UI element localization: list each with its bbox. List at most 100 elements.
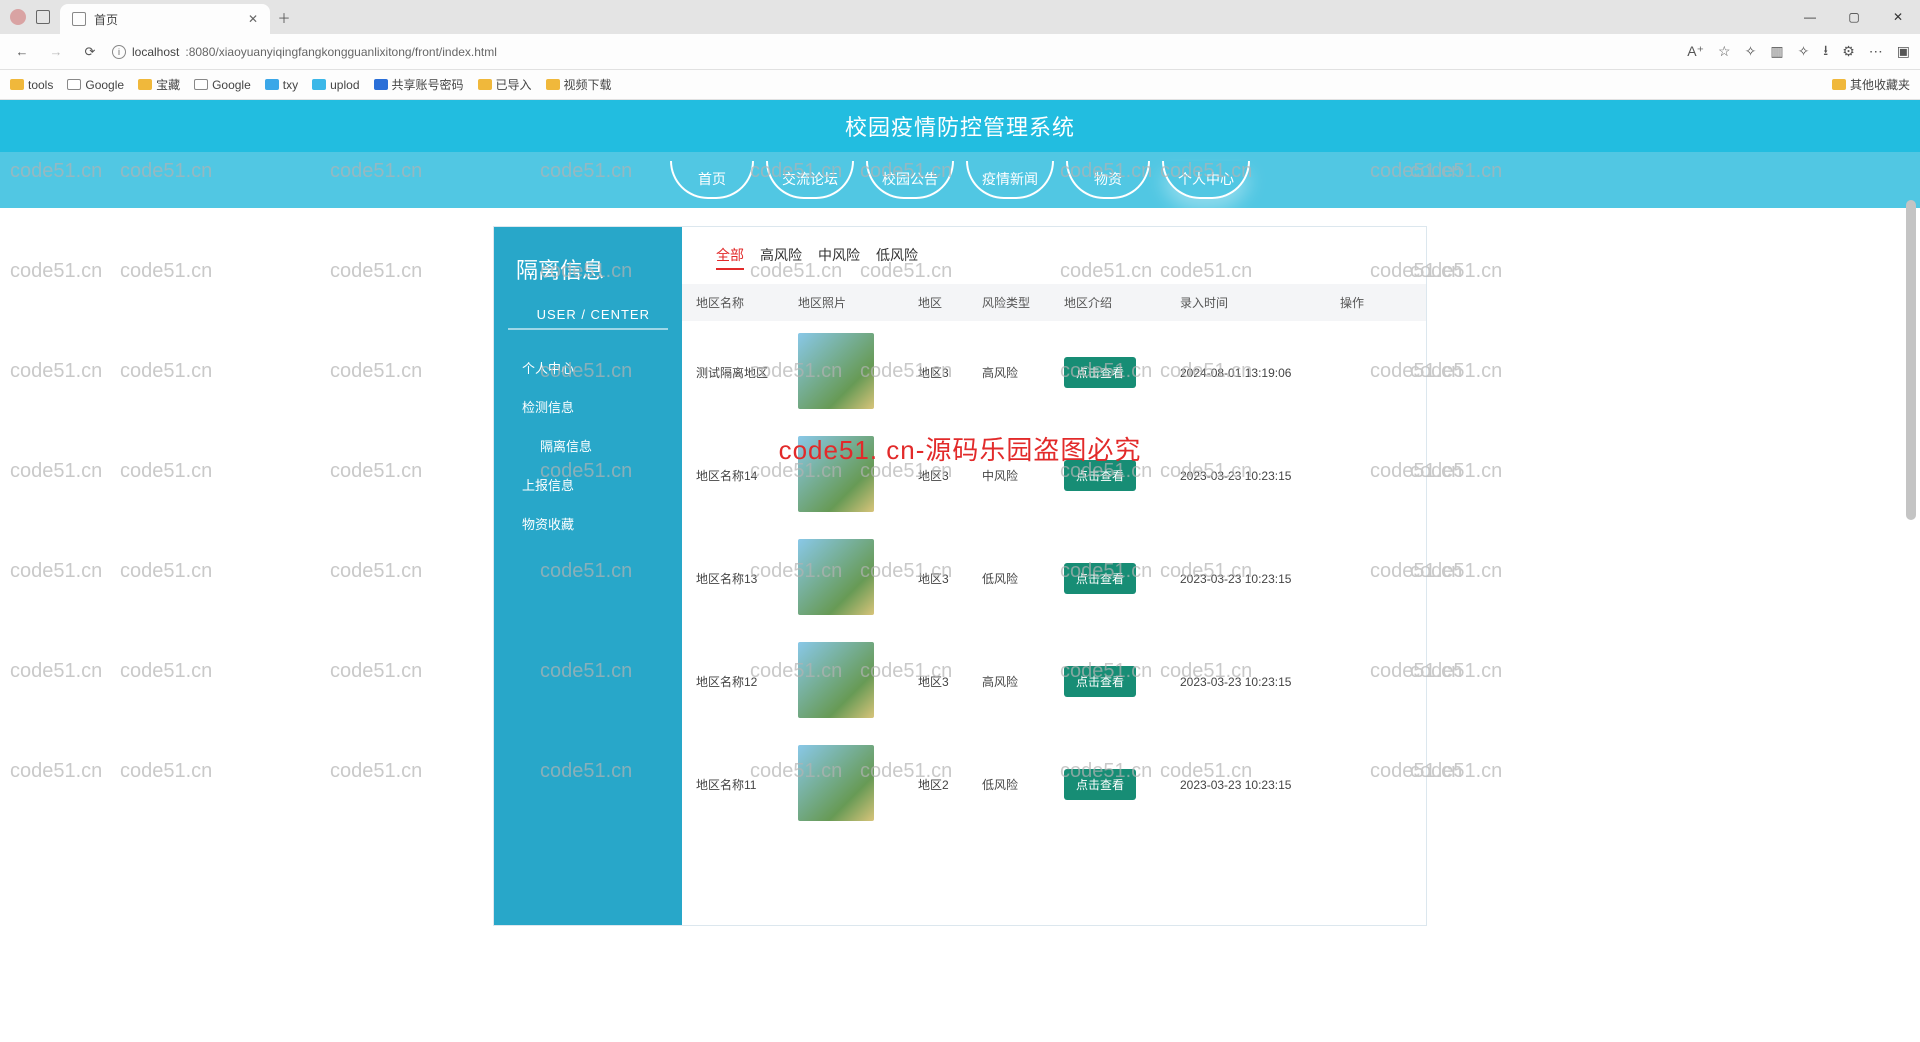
window-controls: ― ▢ ✕ (1788, 0, 1920, 34)
sidebar-subtitle: USER / CENTER (508, 289, 668, 330)
table-row: 地区名称13地区3低风险点击查看2023-03-23 10:23:15 (682, 527, 1426, 630)
view-button[interactable]: 点击查看 (1064, 666, 1136, 697)
primary-nav: 首页交流论坛校园公告疫情新闻物资个人中心 (0, 152, 1920, 208)
bookmark-item[interactable]: 共享账号密码 (374, 76, 464, 93)
close-icon[interactable]: ✕ (248, 12, 258, 26)
nav-item[interactable]: 物资 (1066, 161, 1150, 199)
favorite-icon[interactable]: ☆ (1718, 43, 1731, 60)
tabs-overview-icon[interactable] (36, 10, 50, 24)
cell-name: 测试隔离地区 (682, 364, 792, 381)
other-bookmarks-label: 其他收藏夹 (1850, 76, 1910, 93)
sidebar-item[interactable]: 检测信息 (494, 387, 682, 426)
cell-risk: 低风险 (976, 776, 1058, 793)
filter-tab[interactable]: 低风险 (876, 245, 918, 270)
bookmark-item[interactable]: 已导入 (478, 76, 532, 93)
cell-intro: 点击查看 (1058, 563, 1174, 594)
extensions-icon[interactable]: ✧ (1745, 43, 1757, 60)
collections-icon[interactable]: ✧ (1798, 43, 1810, 60)
nav-item[interactable]: 疫情新闻 (966, 161, 1054, 199)
folder-icon (1832, 79, 1846, 90)
bookmark-label: 宝藏 (156, 76, 180, 93)
split-screen-icon[interactable]: ▥ (1770, 43, 1783, 60)
refresh-button[interactable]: ⟳ (78, 40, 102, 64)
cell-time: 2023-03-23 10:23:15 (1174, 572, 1334, 586)
view-button[interactable]: 点击查看 (1064, 460, 1136, 491)
read-aloud-icon[interactable]: A⁺ (1687, 43, 1704, 60)
bookmark-item[interactable]: tools (10, 76, 53, 93)
cell-photo (792, 539, 912, 618)
col-header-name: 地区名称 (682, 294, 792, 311)
main-panel: 全部高风险中风险低风险 地区名称 地区照片 地区 风险类型 地区介绍 录入时间 … (682, 227, 1426, 925)
view-button[interactable]: 点击查看 (1064, 357, 1136, 388)
bookmark-label: 视频下载 (564, 76, 612, 93)
sidebar-toggle-icon[interactable]: ▣ (1897, 43, 1910, 60)
cell-intro: 点击查看 (1058, 769, 1174, 800)
bookmark-item[interactable]: uplod (312, 76, 359, 93)
filter-tab[interactable]: 中风险 (818, 245, 860, 270)
table-header: 地区名称 地区照片 地区 风险类型 地区介绍 录入时间 操作 (682, 284, 1426, 321)
more-icon[interactable]: ⋯ (1869, 43, 1883, 60)
bookmarks-bar: tools Google 宝藏 Google txy uplod 共享账号密码 已导入 视频下载… (0, 70, 1920, 100)
nav-item[interactable]: 个人中心 (1162, 161, 1250, 199)
bookmark-label: tools (28, 78, 53, 92)
sidebar-item[interactable]: 物资收藏 (494, 504, 682, 543)
window-close-button[interactable]: ✕ (1876, 0, 1920, 34)
sidebar-item[interactable]: 隔离信息 (494, 426, 682, 465)
scrollbar-thumb[interactable] (1906, 200, 1916, 520)
back-button[interactable]: ← (10, 40, 34, 64)
bookmark-item[interactable]: Google (194, 76, 251, 93)
cell-time: 2023-03-23 10:23:15 (1174, 778, 1334, 792)
performance-icon[interactable]: ⚙ (1842, 43, 1855, 60)
window-maximize-button[interactable]: ▢ (1832, 0, 1876, 34)
forward-button[interactable]: → (44, 40, 68, 64)
toolbar-right-icons: A⁺ ☆ ✧ ▥ ✧ ⭳ ⚙ ⋯ ▣ (1687, 40, 1910, 64)
col-header-photo: 地区照片 (792, 294, 912, 311)
cell-photo (792, 745, 912, 824)
bookmark-label: 共享账号密码 (392, 76, 464, 93)
page-icon (72, 12, 86, 26)
sidebar-item[interactable]: 上报信息 (494, 465, 682, 504)
cell-region: 地区3 (912, 673, 976, 690)
cell-region: 地区2 (912, 776, 976, 793)
content-area: 隔离信息 USER / CENTER 个人中心检测信息隔离信息上报信息物资收藏 … (0, 208, 1920, 944)
nav-item[interactable]: 首页 (670, 161, 754, 199)
filter-tab[interactable]: 全部 (716, 245, 744, 270)
view-button[interactable]: 点击查看 (1064, 769, 1136, 800)
bookmark-label: uplod (330, 78, 359, 92)
cell-name: 地区名称14 (682, 467, 792, 484)
bookmark-item[interactable]: 视频下载 (546, 76, 612, 93)
site-info-icon[interactable]: i (112, 45, 126, 59)
other-bookmarks-folder[interactable]: 其他收藏夹 (1832, 76, 1910, 93)
thumbnail-image (798, 539, 874, 615)
new-tab-button[interactable]: ＋ (270, 0, 298, 34)
downloads-icon[interactable]: ⭳ (1823, 40, 1828, 64)
profile-icon[interactable] (10, 9, 26, 25)
view-button[interactable]: 点击查看 (1064, 563, 1136, 594)
col-header-intro: 地区介绍 (1058, 294, 1174, 311)
folder-icon (478, 79, 492, 90)
bookmark-item[interactable]: Google (67, 76, 124, 93)
cell-intro: 点击查看 (1058, 460, 1174, 491)
window-minimize-button[interactable]: ― (1788, 0, 1832, 34)
cell-name: 地区名称12 (682, 673, 792, 690)
cell-risk: 高风险 (976, 364, 1058, 381)
folder-icon (265, 79, 279, 90)
thumbnail-image (798, 642, 874, 718)
bookmark-label: 已导入 (496, 76, 532, 93)
browser-tab-active[interactable]: 首页 ✕ (60, 4, 270, 34)
nav-item[interactable]: 校园公告 (866, 161, 954, 199)
folder-icon (138, 79, 152, 90)
thumbnail-image (798, 745, 874, 821)
vertical-scrollbar[interactable] (1904, 200, 1918, 900)
cell-time: 2023-03-23 10:23:15 (1174, 675, 1334, 689)
sidebar-item[interactable]: 个人中心 (494, 348, 682, 387)
url-input[interactable]: i localhost:8080/xiaoyuanyiqingfangkongg… (112, 45, 1677, 59)
sidebar: 隔离信息 USER / CENTER 个人中心检测信息隔离信息上报信息物资收藏 (494, 227, 682, 925)
filter-tab[interactable]: 高风险 (760, 245, 802, 270)
folder-icon (546, 79, 560, 90)
bookmark-item[interactable]: txy (265, 76, 298, 93)
nav-item[interactable]: 交流论坛 (766, 161, 854, 199)
bookmark-item[interactable]: 宝藏 (138, 76, 180, 93)
url-path: :8080/xiaoyuanyiqingfangkongguanlixitong… (185, 45, 497, 59)
site-header: 校园疫情防控管理系统 (0, 100, 1920, 152)
